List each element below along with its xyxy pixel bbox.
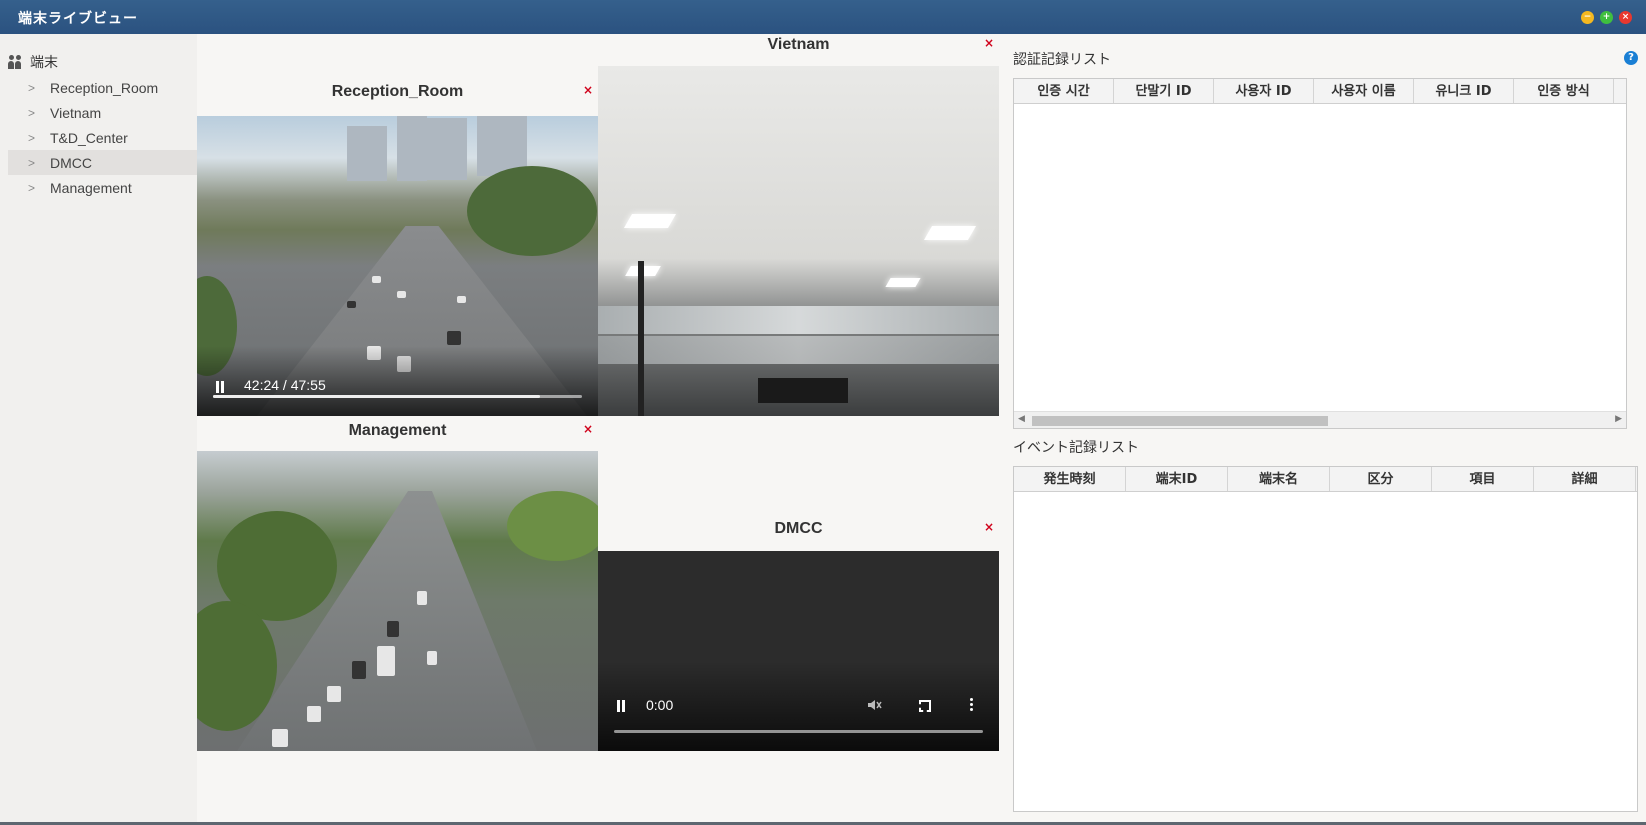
title-bar: 端末ライブビュー − + ×	[0, 0, 1646, 34]
pause-button[interactable]	[616, 699, 626, 715]
video-time: 0:00	[646, 697, 674, 713]
more-options-button[interactable]	[970, 698, 974, 715]
video-controls: 42:24 / 47:55	[197, 346, 598, 416]
tree-item-label: T&D_Center	[50, 129, 128, 146]
video-feed-management[interactable]	[197, 451, 598, 751]
video-feed-reception-room[interactable]: 42:24 / 47:55	[197, 116, 598, 416]
video-feed-dmcc[interactable]: 0:00	[598, 551, 999, 751]
column-header[interactable]: 사용자 ID	[1214, 79, 1314, 103]
pause-button[interactable]	[215, 380, 225, 396]
pause-icon	[616, 700, 626, 712]
tree-item-dmcc[interactable]: > DMCC	[8, 150, 197, 175]
tree-item-td-center[interactable]: > T&D_Center	[8, 125, 197, 150]
device-tree: 端末 > Reception_Room > Vietnam > T&D_Cent…	[0, 34, 197, 822]
log-panels: 認証記録リスト ? 인증 시간 단말기 ID 사용자 ID 사용자 이름 유니크 ID 인…	[1004, 34, 1646, 822]
camera-tile-reception-room: Reception_Room × 42:24 / 47:55	[197, 83, 598, 416]
window-title: 端末ライブビュー	[18, 11, 138, 27]
column-header[interactable]: 項目	[1432, 467, 1534, 491]
column-header[interactable]: 発生時刻	[1014, 467, 1126, 491]
minimize-button[interactable]: −	[1581, 11, 1594, 24]
column-header[interactable]: 인증 방식	[1514, 79, 1614, 103]
column-header[interactable]: 단말기 ID	[1114, 79, 1214, 103]
column-header[interactable]: 端末ID	[1126, 467, 1228, 491]
help-icon[interactable]: ?	[1624, 51, 1638, 65]
mute-button[interactable]	[866, 697, 882, 716]
scroll-right-icon[interactable]: ▶	[1615, 414, 1622, 424]
camera-tile-management: Management ×	[197, 416, 598, 751]
tree-root-label: 端末	[30, 55, 58, 71]
tree-root[interactable]: 端末	[8, 51, 58, 73]
tree-item-label: DMCC	[50, 154, 92, 171]
chevron-right-icon: >	[28, 155, 36, 170]
users-icon	[8, 55, 24, 69]
video-time: 42:24 / 47:55	[244, 377, 326, 393]
event-log-grid: 発生時刻 端末ID 端末名 区分 項目 詳細	[1013, 466, 1638, 812]
close-camera-button[interactable]: ×	[984, 520, 994, 534]
door-frame	[638, 261, 644, 416]
video-controls: 0:00	[598, 661, 999, 751]
close-camera-button[interactable]: ×	[984, 36, 994, 50]
chevron-right-icon: >	[28, 180, 36, 195]
event-log-header: 発生時刻 端末ID 端末名 区分 項目 詳細	[1014, 467, 1637, 492]
column-header[interactable]: 詳細	[1534, 467, 1636, 491]
scroll-left-icon[interactable]: ◀	[1018, 414, 1025, 424]
video-feed-vietnam[interactable]	[598, 66, 999, 416]
camera-title: Reception_Room	[331, 83, 464, 100]
event-log-title: イベント記録リスト	[1013, 440, 1139, 456]
more-vertical-icon	[970, 698, 974, 712]
maximize-button[interactable]: +	[1600, 11, 1613, 24]
camera-title: Management	[348, 422, 447, 439]
tree-item-reception-room[interactable]: > Reception_Room	[8, 75, 197, 100]
scrollbar-thumb[interactable]	[1032, 416, 1328, 426]
tree-item-label: Vietnam	[50, 104, 102, 121]
app-window: 端末ライブビュー − + × 端末 > Reception_Room > Vie…	[0, 0, 1646, 825]
column-header[interactable]: 유니크 ID	[1414, 79, 1514, 103]
tree-item-label: Reception_Room	[50, 79, 159, 96]
camera-tile-vietnam: Vietnam ×	[598, 34, 999, 416]
mute-icon	[868, 700, 882, 710]
auth-log-grid: 인증 시간 단말기 ID 사용자 ID 사용자 이름 유니크 ID 인증 방식 ◀ ▶	[1013, 78, 1627, 429]
camera-tile-dmcc: DMCC × 0:00	[598, 516, 999, 751]
column-header[interactable]: 端末名	[1228, 467, 1330, 491]
camera-title: DMCC	[774, 520, 823, 537]
column-header[interactable]: 区分	[1330, 467, 1432, 491]
pause-icon	[215, 381, 225, 393]
chevron-right-icon: >	[28, 105, 36, 120]
close-camera-button[interactable]: ×	[583, 422, 593, 436]
live-view-area: Reception_Room × 42:24 / 47:55 Vietnam ×…	[197, 34, 1004, 822]
horizontal-scrollbar[interactable]: ◀ ▶	[1014, 411, 1626, 428]
fullscreen-button[interactable]	[919, 699, 931, 715]
chevron-right-icon: >	[28, 80, 36, 95]
tree-item-management[interactable]: > Management	[8, 175, 197, 200]
desk-monitors	[758, 378, 848, 403]
camera-title: Vietnam	[767, 36, 830, 53]
tree-item-vietnam[interactable]: > Vietnam	[8, 100, 197, 125]
column-header[interactable]: 인증 시간	[1014, 79, 1114, 103]
auth-log-title: 認証記録リスト	[1013, 52, 1111, 68]
video-progress-bar[interactable]	[614, 730, 983, 733]
column-header[interactable]: 사용자 이름	[1314, 79, 1414, 103]
auth-log-header: 인증 시간 단말기 ID 사용자 ID 사용자 이름 유니크 ID 인증 방식	[1014, 79, 1626, 104]
fullscreen-icon	[919, 700, 931, 712]
tree-item-label: Management	[50, 179, 132, 196]
close-camera-button[interactable]: ×	[583, 83, 593, 97]
close-window-button[interactable]: ×	[1619, 11, 1632, 24]
chevron-right-icon: >	[28, 130, 36, 145]
video-progress-bar[interactable]	[213, 395, 582, 398]
